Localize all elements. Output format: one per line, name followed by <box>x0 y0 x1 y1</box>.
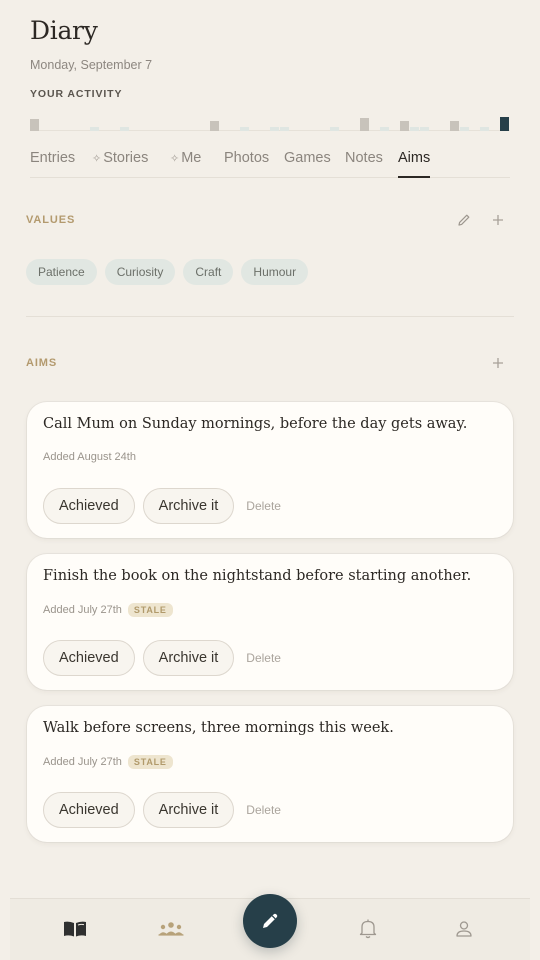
aim-added-date: Added July 27th <box>43 756 122 768</box>
tab-notes[interactable]: Notes <box>345 150 383 166</box>
tab-me[interactable]: ✧ Me <box>170 150 201 166</box>
values-chips: Patience Curiosity Craft Humour <box>26 259 309 285</box>
bell-icon[interactable] <box>353 917 383 941</box>
activity-bar <box>480 127 489 131</box>
aim-added-date: Added July 27th <box>43 604 122 616</box>
aim-card: Call Mum on Sunday mornings, before the … <box>27 402 513 538</box>
compose-icon[interactable] <box>243 894 297 948</box>
activity-bar <box>450 121 459 131</box>
pencil-icon[interactable] <box>454 210 474 230</box>
people-icon[interactable] <box>156 917 186 941</box>
achieved-button[interactable]: Achieved <box>43 640 135 676</box>
tab-label: Photos <box>224 150 270 166</box>
delete-link[interactable]: Delete <box>246 651 281 665</box>
tab-entries[interactable]: Entries <box>30 150 75 166</box>
archive-button[interactable]: Archive it <box>142 640 235 676</box>
activity-bar-today <box>500 117 509 131</box>
journal-icon-glyph <box>64 921 86 937</box>
profile-icon-glyph <box>456 921 472 937</box>
add-aim-plus-icon[interactable] <box>488 353 508 373</box>
sparkle-icon: ✧ <box>170 153 180 165</box>
people-icon-glyph <box>158 922 184 936</box>
value-chip[interactable]: Patience <box>26 259 97 285</box>
value-chip[interactable]: Curiosity <box>104 259 176 285</box>
aim-meta: Added August 24th <box>43 451 136 463</box>
archive-button[interactable]: Archive it <box>142 792 235 828</box>
aim-meta: Added July 27th STALE <box>43 755 173 769</box>
activity-bar <box>420 127 429 131</box>
tab-label: Stories <box>103 150 149 166</box>
aims-section-label: AIMS <box>26 357 58 369</box>
activity-label: YOUR ACTIVITY <box>30 88 123 100</box>
activity-bar <box>380 127 389 131</box>
tab-label: Entries <box>30 150 76 166</box>
tab-label: Notes <box>345 150 383 166</box>
archive-button[interactable]: Archive it <box>142 488 235 524</box>
activity-bar <box>460 127 469 131</box>
tab-stories[interactable]: ✧ Stories <box>92 150 148 166</box>
activity-bar <box>120 127 129 131</box>
activity-bar <box>30 119 39 131</box>
stale-badge: STALE <box>127 755 173 769</box>
value-chip[interactable]: Humour <box>241 259 309 285</box>
value-chip[interactable]: Craft <box>183 259 234 285</box>
activity-bar <box>240 127 249 131</box>
tab-label: Me <box>181 150 202 166</box>
journal-icon[interactable] <box>60 917 90 941</box>
pencil-icon-glyph <box>458 214 470 226</box>
achieved-button[interactable]: Achieved <box>43 792 135 828</box>
activity-bar <box>400 121 409 131</box>
tab-games[interactable]: Games <box>284 150 331 166</box>
activity-bar <box>330 127 339 131</box>
activity-chart <box>30 108 510 132</box>
bell-icon-glyph <box>359 919 377 939</box>
aim-text: Finish the book on the nightstand before… <box>43 568 472 584</box>
activity-bar <box>360 118 369 131</box>
tab-photos[interactable]: Photos <box>224 150 269 166</box>
aim-text: Call Mum on Sunday mornings, before the … <box>43 416 468 432</box>
profile-icon[interactable] <box>449 917 479 941</box>
page-title: Diary <box>30 16 98 45</box>
aim-card: Walk before screens, three mornings this… <box>27 706 513 842</box>
add-value-plus-icon[interactable] <box>488 210 508 230</box>
plus-icon <box>493 215 503 225</box>
achieved-button[interactable]: Achieved <box>43 488 135 524</box>
delete-link[interactable]: Delete <box>246 499 281 513</box>
activity-bar <box>90 127 99 131</box>
plus-icon <box>493 358 503 368</box>
compose-pencil-glyph <box>263 913 278 928</box>
sparkle-icon: ✧ <box>92 153 102 165</box>
aim-actions: Achieved Archive it Delete <box>43 640 281 676</box>
aim-actions: Achieved Archive it Delete <box>43 792 281 828</box>
activity-bar <box>280 127 289 131</box>
activity-bar <box>270 127 279 131</box>
activity-bar <box>210 121 219 131</box>
aim-card: Finish the book on the nightstand before… <box>27 554 513 690</box>
section-divider <box>26 316 514 317</box>
tab-aims[interactable]: Aims <box>398 150 431 178</box>
aim-text: Walk before screens, three mornings this… <box>43 720 394 736</box>
current-date: Monday, September 7 <box>30 58 153 72</box>
aim-meta: Added July 27th STALE <box>43 603 173 617</box>
values-section-label: VALUES <box>26 214 76 226</box>
aim-added-date: Added August 24th <box>43 451 136 463</box>
section-tabs: Entries ✧ Stories ✧ Me Photos Games Notes Aims <box>30 146 510 178</box>
delete-link[interactable]: Delete <box>246 803 281 817</box>
tab-label: Aims <box>398 150 431 166</box>
stale-badge: STALE <box>127 603 173 617</box>
activity-bar <box>410 127 419 131</box>
tab-label: Games <box>284 150 331 166</box>
diary-page: Diary Monday, September 7 YOUR ACTIVITY … <box>0 0 540 960</box>
aim-actions: Achieved Archive it Delete <box>43 488 281 524</box>
